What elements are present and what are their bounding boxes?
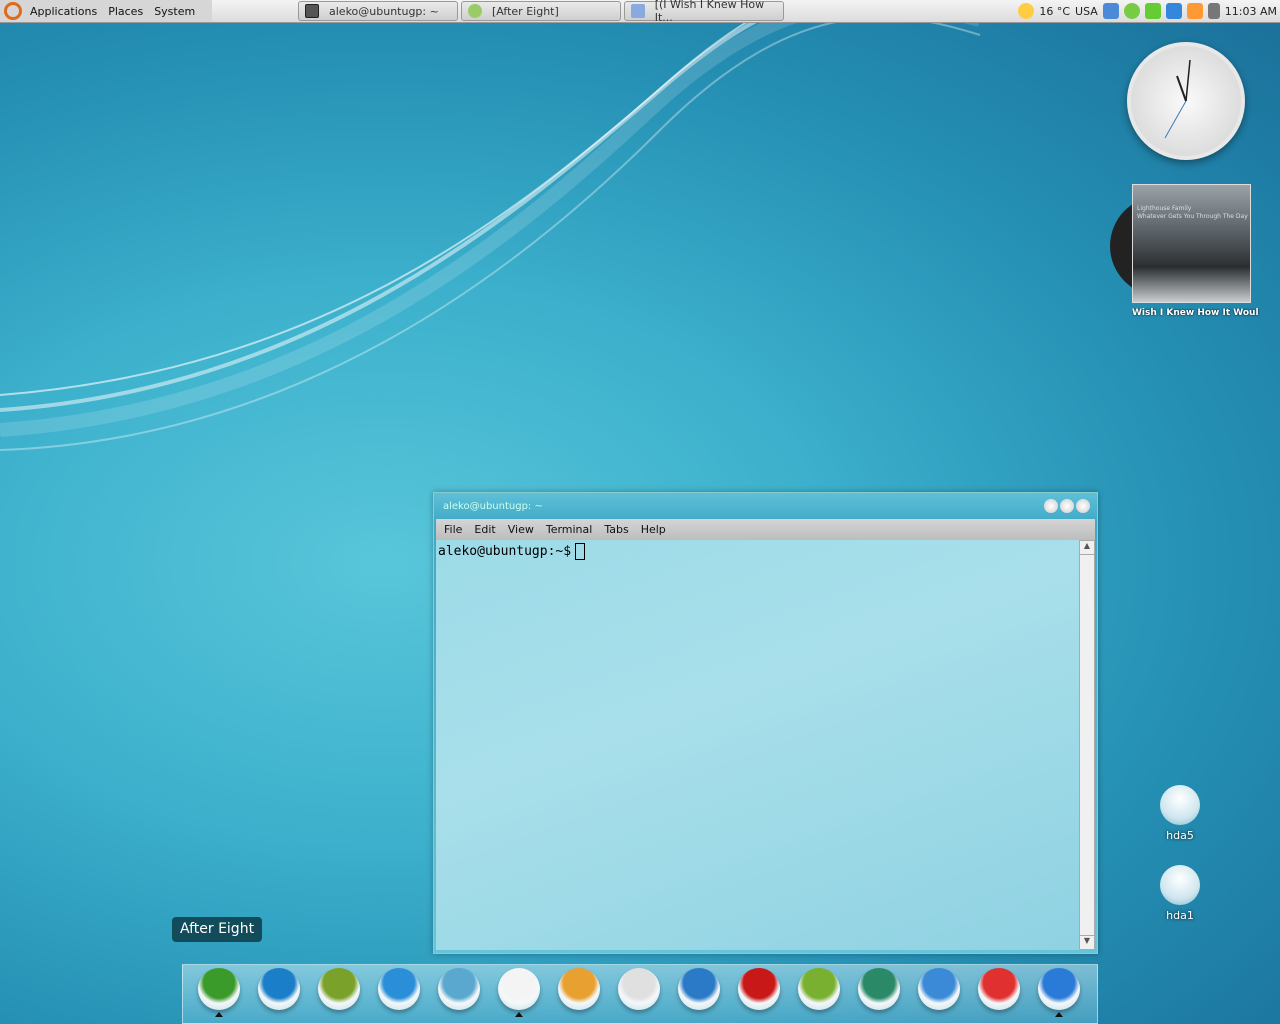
main-menu-bar: Applications Places System — [0, 0, 213, 22]
menu-help[interactable]: Help — [641, 523, 666, 536]
drive-label: hda5 — [1166, 829, 1194, 842]
menu-tabs[interactable]: Tabs — [604, 523, 628, 536]
applications-menu[interactable]: Applications — [30, 5, 97, 18]
dock-item-mail-icon[interactable] — [558, 968, 600, 1010]
close-button[interactable] — [1076, 499, 1090, 513]
terminal-output[interactable]: aleko@ubuntugp:~$ — [436, 540, 1079, 950]
weather-location[interactable]: USA — [1075, 5, 1098, 18]
maximize-button[interactable] — [1060, 499, 1074, 513]
volume-icon[interactable] — [1207, 3, 1220, 19]
drive-hda1[interactable]: hda1 — [1155, 865, 1205, 922]
media-player-icon[interactable] — [1102, 3, 1119, 19]
task-label: [After Eight] — [492, 4, 559, 18]
keys-icon[interactable] — [1186, 3, 1203, 19]
dock-item-heart-icon[interactable] — [978, 968, 1020, 1010]
dock-item-wallpaper-icon[interactable] — [438, 968, 480, 1010]
running-indicator — [1055, 1012, 1063, 1017]
dock — [182, 964, 1098, 1024]
running-indicator — [215, 1012, 223, 1017]
dock-item-feather-icon[interactable] — [858, 968, 900, 1010]
weather-temperature[interactable]: 16 °C — [1039, 5, 1070, 18]
ubuntu-logo-icon[interactable] — [4, 2, 22, 20]
minimize-button[interactable] — [1044, 499, 1058, 513]
dock-item-music-icon[interactable] — [1038, 968, 1080, 1010]
green-circle-icon — [468, 4, 482, 18]
network-icon[interactable] — [1165, 3, 1182, 19]
menu-edit[interactable]: Edit — [474, 523, 495, 536]
prompt: aleko@ubuntugp:~$ — [438, 544, 572, 559]
clock[interactable]: 11:03 AM — [1225, 5, 1277, 18]
menu-view[interactable]: View — [508, 523, 534, 536]
dock-item-internet-globe-icon[interactable] — [378, 968, 420, 1010]
menu-terminal[interactable]: Terminal — [546, 523, 593, 536]
dock-tooltip: After Eight — [172, 917, 263, 942]
scroll-up-arrow-icon[interactable]: ▲ — [1080, 541, 1094, 555]
system-tray: 16 °C USA 11:03 AM — [1018, 0, 1277, 22]
drive-icon — [1160, 785, 1200, 825]
taskbar-item-media-player[interactable]: [(I Wish I Knew How It... — [624, 0, 784, 24]
clock-hands — [1164, 59, 1191, 139]
analog-clock-widget — [1127, 42, 1245, 160]
taskbar-item-terminal[interactable]: aleko@ubuntugp: ~ — [298, 1, 458, 21]
places-menu[interactable]: Places — [108, 5, 143, 18]
drive-hda5[interactable]: hda5 — [1155, 785, 1205, 842]
scroll-down-arrow-icon[interactable]: ▼ — [1080, 935, 1094, 949]
dock-item-settings-gear-icon[interactable] — [318, 968, 360, 1010]
drive-label: hda1 — [1166, 909, 1194, 922]
cursor — [575, 543, 586, 560]
terminal-icon — [305, 4, 319, 18]
skype-icon[interactable] — [1144, 3, 1161, 19]
wallpaper-swoosh — [0, 0, 982, 451]
dock-item-notes-icon[interactable] — [798, 968, 840, 1010]
track-caption: Wish I Knew How It Woul — [1132, 308, 1259, 318]
dock-item-telescope-icon[interactable] — [618, 968, 660, 1010]
taskbar-item-after-eight[interactable]: [After Eight] — [461, 1, 621, 21]
running-indicator — [515, 1012, 523, 1017]
top-panel: Applications Places System aleko@ubuntug… — [0, 0, 1280, 24]
album-artist: Lighthouse Family — [1137, 205, 1192, 212]
dock-item-video-icon[interactable] — [678, 968, 720, 1010]
task-label: aleko@ubuntugp: ~ — [329, 4, 439, 18]
dock-item-screen-download-icon[interactable] — [918, 968, 960, 1010]
scrollbar[interactable]: ▲ ▼ — [1079, 540, 1095, 950]
task-label: [(I Wish I Knew How It... — [654, 0, 765, 24]
dock-item-blank-app-icon[interactable] — [498, 968, 540, 1010]
windows-drive-icon — [1160, 865, 1200, 905]
terminal-title: aleko@ubuntugp: ~ — [443, 500, 543, 512]
system-menu[interactable]: System — [154, 5, 195, 18]
album-title: Whatever Gets You Through The Day — [1137, 213, 1248, 220]
media-player-icon — [631, 4, 645, 18]
dock-item-icq-icon[interactable] — [198, 968, 240, 1010]
dock-item-globe-icon[interactable] — [258, 968, 300, 1010]
menu-file[interactable]: File — [444, 523, 462, 536]
terminal-menubar: File Edit View Terminal Tabs Help — [436, 519, 1095, 540]
album-cover: Lighthouse Family Whatever Gets You Thro… — [1132, 184, 1251, 303]
terminal-window: aleko@ubuntugp: ~ File Edit View Termina… — [433, 492, 1098, 954]
weather-cloud-icon[interactable] — [1018, 3, 1035, 19]
chat-status-icon[interactable] — [1123, 3, 1140, 19]
dock-item-flame-icon[interactable] — [738, 968, 780, 1010]
